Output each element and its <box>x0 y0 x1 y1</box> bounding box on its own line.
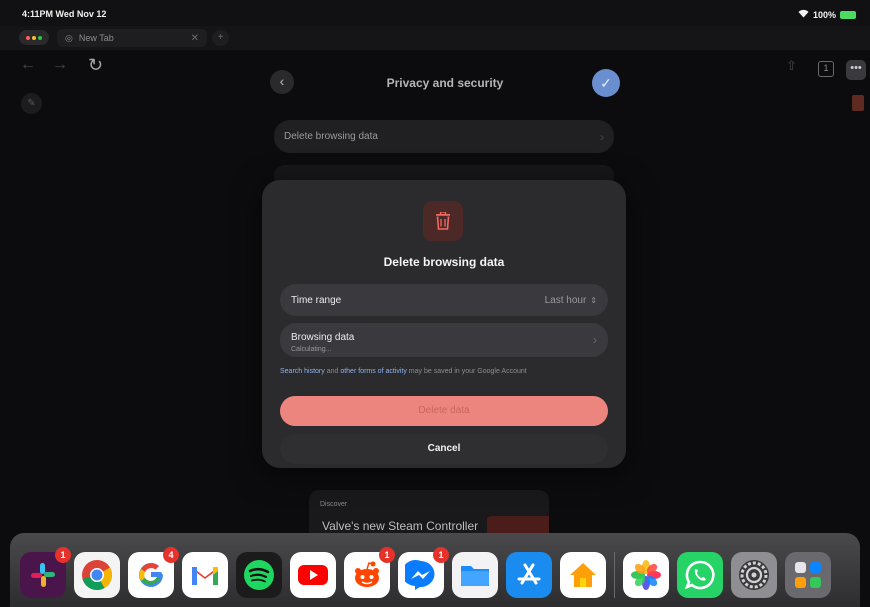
forward-arrow-icon[interactable]: → <box>52 56 68 74</box>
home-icon[interactable] <box>560 552 606 598</box>
youtube-icon[interactable] <box>290 552 336 598</box>
window-controls[interactable] <box>19 30 49 45</box>
close-icon[interactable]: ✕ <box>191 33 199 44</box>
google-icon[interactable]: 4 <box>128 547 179 598</box>
messenger-icon[interactable]: 1 <box>398 547 449 598</box>
back-arrow-icon[interactable]: ← <box>20 56 36 74</box>
share-icon[interactable]: ⇧ <box>786 58 797 74</box>
row-label: Delete browsing data <box>284 131 378 142</box>
gmail-icon[interactable] <box>182 552 228 598</box>
battery-icon <box>840 10 856 19</box>
trash-icon <box>423 201 463 241</box>
dock: 1 4 1 1 <box>20 547 860 602</box>
time-range-value: Last hour <box>544 294 587 306</box>
done-checkmark-button[interactable]: ✓ <box>592 69 620 97</box>
tab-bar: ◎ New Tab ✕ + <box>0 26 870 50</box>
app-store-icon[interactable] <box>506 552 552 598</box>
tab-label: New Tab <box>78 33 114 43</box>
google-badge: 4 <box>163 547 179 563</box>
account-note: Search history and other forms of activi… <box>280 368 527 375</box>
time-range-label: Time range <box>291 294 342 306</box>
pencil-icon[interactable]: ✎ <box>21 93 42 114</box>
extension-icon[interactable] <box>852 95 864 111</box>
slack-icon[interactable]: 1 <box>20 547 71 598</box>
whatsapp-icon[interactable] <box>677 552 723 598</box>
chevron-up-down-icon: ⇕ <box>590 295 597 305</box>
files-icon[interactable] <box>452 552 498 598</box>
browsing-data-status: Calculating... <box>291 346 332 353</box>
slack-badge: 1 <box>55 547 71 563</box>
spotify-icon[interactable] <box>236 552 282 598</box>
tab-new-tab[interactable]: ◎ New Tab ✕ <box>57 29 207 47</box>
privacy-sheet: ‹ Privacy and security ✓ Delete browsing… <box>264 60 626 190</box>
status-right: 100% <box>798 9 856 20</box>
battery-percent: 100% <box>812 9 836 20</box>
more-options-button[interactable]: ••• <box>846 60 866 80</box>
tab-count-button[interactable]: 1 <box>818 61 834 77</box>
messenger-badge: 1 <box>433 547 449 563</box>
time-range-select[interactable]: Time range Last hour ⇕ <box>280 284 608 316</box>
new-tab-button[interactable]: + <box>212 30 229 46</box>
delete-data-dialog: Delete browsing data Time range Last hou… <box>262 180 626 468</box>
reload-icon[interactable]: ↻ <box>88 55 103 76</box>
status-time: 4:11PM Wed Nov 12 <box>22 9 107 19</box>
reddit-badge: 1 <box>379 547 395 563</box>
note-and: and <box>324 368 341 375</box>
dock-divider <box>614 552 615 598</box>
delete-browsing-data-row[interactable]: Delete browsing data › <box>274 120 614 153</box>
wifi-icon <box>798 9 809 20</box>
discover-label: Discover <box>320 501 348 508</box>
photos-icon[interactable] <box>623 552 669 598</box>
search-history-link[interactable]: Search history <box>280 368 325 375</box>
reddit-icon[interactable]: 1 <box>344 547 395 598</box>
cancel-button[interactable]: Cancel <box>280 434 608 464</box>
browsing-data-text: Browsing data Calculating... <box>291 327 354 353</box>
discover-headline: Valve's new Steam Controller <box>322 519 479 533</box>
dialog-title: Delete browsing data <box>383 255 505 269</box>
chevron-right-icon: › <box>593 333 597 347</box>
note-rest: may be saved in your Google Account <box>406 368 527 375</box>
status-bar: 4:11PM Wed Nov 12 100% <box>0 0 870 26</box>
globe-icon: ◎ <box>65 32 73 43</box>
browsing-data-row[interactable]: Browsing data Calculating... › <box>280 323 608 357</box>
app-library-icon[interactable] <box>785 552 831 598</box>
other-activity-link[interactable]: other forms of activity <box>340 368 407 375</box>
privacy-title: Privacy and security <box>386 76 504 90</box>
browsing-data-label: Browsing data <box>291 332 355 343</box>
delete-data-button[interactable]: Delete data <box>280 396 608 426</box>
chrome-icon[interactable] <box>74 552 120 598</box>
settings-icon[interactable] <box>731 552 777 598</box>
chevron-right-icon: › <box>600 129 604 144</box>
